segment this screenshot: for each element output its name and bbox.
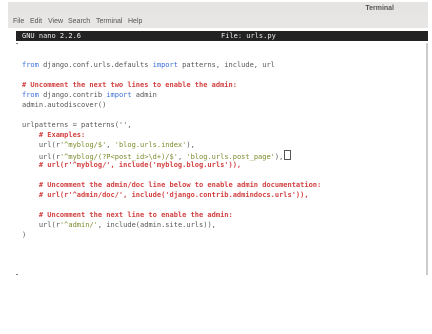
string-literal: 'blog.urls.index' bbox=[114, 141, 187, 149]
code-line-7: url(r'^myblog/$', 'blog.urls.index'), bbox=[22, 140, 195, 150]
code-line-11: # url(r'^admin/doc/', include('django.co… bbox=[22, 191, 309, 199]
code-line-6: # Examples: bbox=[22, 131, 86, 139]
code-line-14: ) bbox=[22, 231, 27, 239]
scrollbar[interactable] bbox=[426, 43, 428, 275]
menu-bar: File Edit View Search Terminal Help bbox=[8, 15, 428, 28]
menu-help[interactable]: Help bbox=[128, 18, 142, 25]
code-line-1: from django.conf.urls.defaults import pa… bbox=[22, 60, 275, 70]
code-text: url(r bbox=[22, 221, 60, 229]
code-text: url(r bbox=[22, 141, 60, 149]
code-text: django.conf.urls.defaults bbox=[38, 61, 153, 69]
nano-version: GNU nano 2.2.6 bbox=[22, 32, 82, 40]
menu-terminal[interactable]: Terminal bbox=[96, 18, 122, 25]
editor-area[interactable]: from django.conf.urls.defaults import pa… bbox=[16, 44, 428, 274]
code-text: , bbox=[106, 141, 115, 149]
code-line-2: # Uncomment the next two lines to enable… bbox=[22, 81, 237, 89]
code-line-12: # Uncomment the next line to enable the … bbox=[22, 211, 233, 219]
code-text: ), bbox=[186, 141, 195, 149]
code-line-8: url(r'^myblog/(?P<post_id>\d+)/$', 'blog… bbox=[22, 150, 292, 161]
code-text: patterns, include, url bbox=[177, 61, 275, 69]
code-text: ), bbox=[274, 153, 284, 161]
title-bar[interactable]: Terminal bbox=[8, 2, 428, 15]
keyword-import: import bbox=[106, 91, 132, 99]
code-line-4: admin.autodiscover() bbox=[22, 101, 107, 109]
code-text: , include(admin.site.urls)), bbox=[97, 221, 216, 229]
code-line-10: # Uncomment the admin/doc line below to … bbox=[22, 181, 322, 189]
keyword-from: from bbox=[22, 91, 39, 99]
code-line-9: # url(r'^myblog/', include('myblog.blog.… bbox=[22, 161, 242, 169]
keyword-from: from bbox=[22, 61, 39, 69]
terminal-window: Terminal File Edit View Search Terminal … bbox=[8, 2, 428, 276]
menu-file[interactable]: File bbox=[13, 18, 24, 25]
string-literal: '^myblog/$' bbox=[59, 141, 107, 149]
keyword-import: import bbox=[152, 61, 178, 69]
window-title: Terminal bbox=[365, 5, 394, 12]
menu-edit[interactable]: Edit bbox=[30, 18, 42, 25]
menu-view[interactable]: View bbox=[48, 18, 63, 25]
menu-search[interactable]: Search bbox=[68, 18, 90, 25]
code-line-3: from django.contrib import admin bbox=[22, 90, 157, 100]
code-text: admin bbox=[131, 91, 157, 99]
code-line-5: urlpatterns = patterns('', bbox=[22, 121, 132, 129]
nano-filename: File: urls.py bbox=[221, 32, 276, 40]
string-literal: '^admin/' bbox=[59, 221, 98, 229]
code-text: django.contrib bbox=[38, 91, 107, 99]
code-line-13: url(r'^admin/', include(admin.site.urls)… bbox=[22, 220, 216, 230]
nano-header: GNU nano 2.2.6 File: urls.py bbox=[16, 31, 428, 41]
text-cursor bbox=[284, 150, 292, 160]
